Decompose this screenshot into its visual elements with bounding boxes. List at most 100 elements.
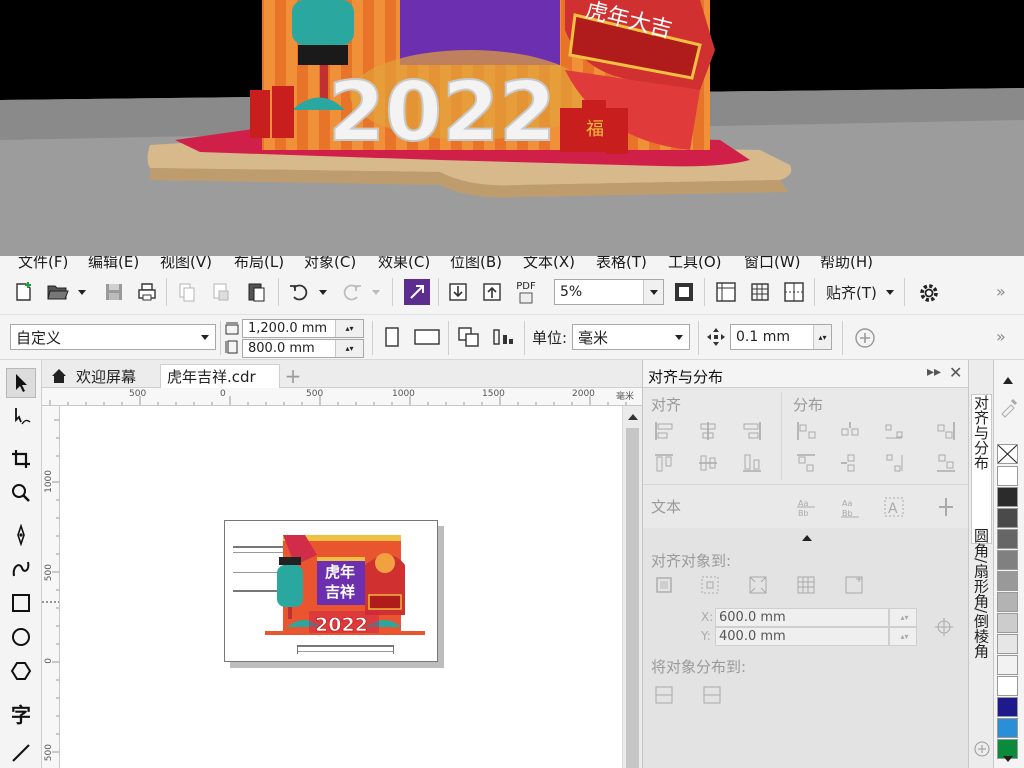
distribute-right-icon[interactable]: [935, 420, 957, 442]
crop-tool-icon[interactable]: [6, 444, 36, 474]
distribute-to-page-icon[interactable]: [701, 684, 723, 706]
palette-swatch[interactable]: [997, 466, 1018, 486]
palette-swatch[interactable]: [997, 529, 1018, 549]
align-to-grid-icon[interactable]: [795, 574, 817, 596]
options-gear-icon[interactable]: [916, 280, 942, 306]
align-to-active-object-icon[interactable]: [653, 574, 675, 596]
menu-help[interactable]: 帮助(H): [820, 256, 873, 270]
shape-tool-icon[interactable]: [6, 402, 36, 432]
palette-swatch[interactable]: [997, 718, 1018, 738]
freehand-tool-icon[interactable]: [6, 520, 36, 550]
all-pages-icon[interactable]: [456, 325, 482, 349]
current-page-icon[interactable]: [490, 325, 516, 349]
add-preset-icon[interactable]: [854, 327, 876, 349]
new-document-icon[interactable]: [12, 280, 36, 304]
scroll-up-icon[interactable]: [627, 412, 639, 422]
ellipse-tool-icon[interactable]: [6, 622, 36, 652]
tab-document[interactable]: 虎年吉祥.cdr: [160, 364, 280, 388]
palette-swatch[interactable]: [997, 697, 1018, 717]
menu-object[interactable]: 对象(C): [304, 256, 356, 270]
menu-table[interactable]: 表格(T): [596, 256, 647, 270]
connector-tool-icon[interactable]: [6, 738, 36, 768]
distribute-center-icon[interactable]: [839, 420, 861, 442]
page-width-field[interactable]: 1,200.0 mm ▴▾: [242, 319, 364, 338]
palette-swatch[interactable]: [997, 676, 1018, 696]
menu-tools[interactable]: 工具(O): [668, 256, 722, 270]
text-align-last-baseline-icon[interactable]: AaBb: [839, 496, 861, 518]
distribute-middle-icon[interactable]: [839, 452, 861, 474]
page-width-spinner[interactable]: ▴▾: [335, 320, 363, 337]
tab-welcome-screen[interactable]: 欢迎屏幕: [46, 364, 158, 388]
vertical-scrollbar[interactable]: [622, 406, 642, 768]
docker-close-icon[interactable]: ✕: [949, 363, 962, 382]
nudge-spinner[interactable]: ▴▾: [813, 325, 831, 349]
publish-pdf-button[interactable]: PDF: [512, 278, 540, 306]
undo-icon[interactable]: [287, 280, 311, 304]
palette-swatch[interactable]: [997, 487, 1018, 507]
full-screen-icon[interactable]: [672, 280, 696, 304]
menu-view[interactable]: 视图(V): [160, 256, 212, 270]
distribute-bottom-icon[interactable]: [935, 452, 957, 474]
menu-window[interactable]: 窗口(W): [744, 256, 801, 270]
zoom-level-combo[interactable]: 5%: [554, 279, 664, 305]
export-icon[interactable]: [480, 280, 504, 304]
menu-layout[interactable]: 布局(L): [234, 256, 284, 270]
align-left-icon[interactable]: [653, 420, 675, 442]
align-to-page-edge-icon[interactable]: [699, 574, 721, 596]
drawing-canvas[interactable]: 虎年 吉祥 2022: [60, 406, 622, 768]
pick-tool-icon[interactable]: [6, 368, 36, 398]
show-guidelines-icon[interactable]: [782, 280, 806, 304]
align-center-vertical-icon[interactable]: [697, 452, 719, 474]
docker-collapse-icon[interactable]: ▸▸: [927, 364, 941, 380]
align-top-icon[interactable]: [653, 452, 675, 474]
menu-bitmap[interactable]: 位图(B): [450, 256, 502, 270]
palette-swatch[interactable]: [997, 634, 1018, 654]
text-tool-icon[interactable]: 字: [6, 698, 36, 728]
collapse-section-icon[interactable]: [801, 534, 813, 542]
palette-swatch[interactable]: [997, 571, 1018, 591]
print-icon[interactable]: [135, 280, 159, 304]
distribute-spacing-icon[interactable]: [883, 420, 905, 442]
distribute-left-icon[interactable]: [795, 420, 817, 442]
palette-swatch[interactable]: [997, 550, 1018, 570]
toolbar-overflow-icon[interactable]: »: [996, 282, 1006, 301]
landscape-icon[interactable]: [412, 325, 442, 349]
page-preset-combo[interactable]: 自定义: [10, 324, 216, 350]
palette-scroll-up-icon[interactable]: [1002, 374, 1014, 386]
units-combo[interactable]: 毫米: [572, 324, 690, 350]
x-spinner[interactable]: ▴▾: [889, 608, 917, 627]
snap-to-button[interactable]: 贴齐(T): [826, 282, 877, 303]
y-spinner[interactable]: ▴▾: [889, 627, 917, 646]
page-height-spinner[interactable]: ▴▾: [335, 340, 363, 357]
cut-icon[interactable]: [210, 280, 232, 304]
nudge-distance-field[interactable]: 0.1 mm ▴▾: [730, 324, 832, 350]
side-tab-fillet[interactable]: 圆角/扇形角/倒棱角: [971, 528, 992, 698]
rectangle-tool-icon[interactable]: [6, 588, 36, 618]
y-coordinate-field[interactable]: 400.0 mm: [715, 627, 889, 646]
align-center-horizontal-icon[interactable]: [697, 420, 719, 442]
palette-swatch[interactable]: [997, 592, 1018, 612]
polygon-tool-icon[interactable]: [6, 656, 36, 686]
save-icon[interactable]: [102, 280, 126, 304]
align-right-icon[interactable]: [741, 420, 763, 442]
distribute-top-icon[interactable]: [795, 452, 817, 474]
show-grid-icon[interactable]: [748, 280, 772, 304]
swatch-none[interactable]: [997, 444, 1018, 464]
snap-dropdown-icon[interactable]: [886, 290, 894, 295]
vertical-ruler[interactable]: 1000 500 0 500: [42, 406, 60, 768]
open-dropdown-icon[interactable]: [78, 290, 86, 295]
zoom-dropdown-button[interactable]: [643, 280, 663, 304]
align-to-page-center-icon[interactable]: [747, 574, 769, 596]
propbar-overflow-icon[interactable]: »: [996, 327, 1006, 346]
align-bottom-icon[interactable]: [741, 452, 763, 474]
distribute-vertical-spacing-icon[interactable]: [883, 452, 905, 474]
side-tab-align-distribute[interactable]: 对齐与分布: [971, 394, 992, 544]
distribute-to-selection-icon[interactable]: [653, 684, 675, 706]
launcher-icon[interactable]: [404, 279, 430, 305]
palette-swatch[interactable]: [997, 655, 1018, 675]
new-tab-plus-icon[interactable]: +: [282, 364, 304, 388]
palette-swatch[interactable]: [997, 613, 1018, 633]
show-rulers-icon[interactable]: [714, 280, 738, 304]
page-preset-dropdown[interactable]: [195, 325, 215, 349]
open-folder-icon[interactable]: [46, 280, 70, 304]
